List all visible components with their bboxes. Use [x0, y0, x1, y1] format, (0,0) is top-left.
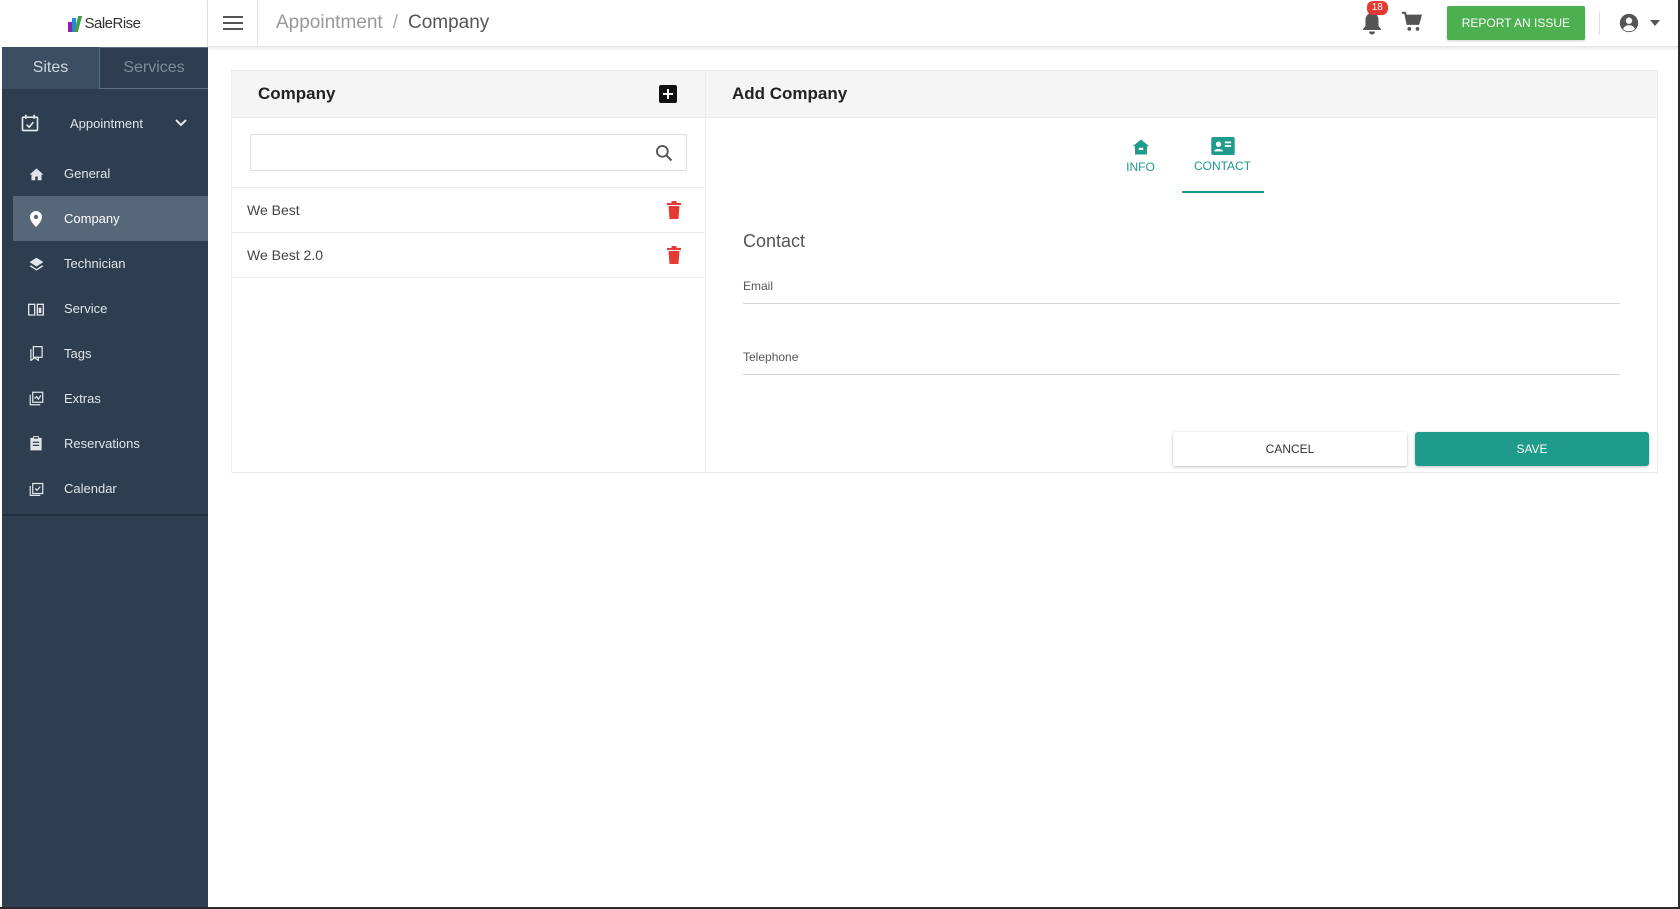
tab-sites[interactable]: Sites — [2, 47, 100, 89]
gallery-icon — [28, 391, 44, 407]
notifications-badge: 18 — [1366, 1, 1388, 15]
delete-icon[interactable] — [667, 246, 683, 264]
form-actions: CANCEL SAVE — [1173, 432, 1649, 466]
company-list-title: Company — [258, 84, 336, 103]
account-circle-icon — [1619, 13, 1639, 33]
tab-info-label: INFO — [1126, 159, 1155, 174]
sidebar-item-label: Calendar — [64, 481, 117, 496]
search-input[interactable] — [251, 135, 654, 170]
sidebar-item-company[interactable]: Company — [13, 196, 208, 241]
tab-contact-label: CONTACT — [1193, 158, 1252, 173]
cancel-button[interactable]: CANCEL — [1173, 432, 1407, 466]
list-item[interactable]: We Best 2.0 — [232, 233, 705, 278]
cart-icon[interactable] — [1401, 11, 1425, 35]
email-field-wrap — [743, 270, 1620, 304]
company-name: We Best — [247, 202, 300, 218]
clipboard-icon — [28, 436, 44, 452]
add-company-header: Add Company — [706, 71, 1657, 118]
email-field[interactable] — [743, 279, 1620, 293]
company-name: We Best 2.0 — [247, 247, 324, 263]
tab-services[interactable]: Services — [100, 47, 208, 89]
sidebar-tabs: Sites Services — [2, 47, 208, 89]
caret-down-icon — [1650, 20, 1660, 26]
breadcrumb-separator: / — [392, 12, 398, 33]
save-button[interactable]: SAVE — [1415, 432, 1649, 466]
sidebar-divider — [2, 514, 208, 516]
brand-logo-mark — [68, 15, 83, 32]
tab-info[interactable]: INFO — [1100, 118, 1182, 193]
sidebar-item-calendar[interactable]: Calendar — [2, 466, 208, 511]
sidebar-item-label: Company — [64, 211, 120, 226]
search-box — [250, 134, 687, 171]
brand-name: SaleRise — [84, 15, 141, 32]
topbar-actions: 18 REPORT AN ISSUE — [1361, 0, 1680, 47]
section-title: Contact — [743, 231, 806, 251]
sidebar-item-label: General — [64, 166, 111, 181]
sidebar-item-extras[interactable]: Extras — [2, 376, 208, 421]
notifications-button[interactable]: 18 — [1361, 1, 1388, 35]
company-list-header: Company — [232, 71, 705, 118]
contact-card-icon — [1210, 136, 1235, 155]
sidebar-item-label: Technician — [64, 256, 126, 271]
add-company-icon[interactable] — [659, 85, 677, 103]
logo-bar: SaleRise — [2, 0, 208, 47]
breadcrumb-company: Company — [407, 12, 490, 33]
sidebar-item-technician[interactable]: Technician — [2, 241, 208, 286]
breadcrumb: Appointment / Company — [276, 12, 489, 34]
chevron-down-icon[interactable] — [174, 116, 188, 131]
list-item[interactable]: We Best — [232, 188, 705, 233]
sidebar-item-label: Tags — [64, 346, 92, 361]
brand-logo[interactable]: SaleRise — [68, 15, 141, 32]
telephone-field[interactable] — [743, 350, 1620, 364]
calendar-icon — [28, 481, 44, 497]
sidebar-section-appointment[interactable]: Appointment — [2, 95, 208, 151]
bookmark-icon — [28, 346, 44, 362]
menu-icon[interactable] — [208, 0, 258, 47]
sidebar-item-label: Service — [64, 301, 108, 316]
tab-contact[interactable]: CONTACT — [1181, 118, 1264, 193]
add-company-title: Add Company — [732, 84, 848, 103]
company-search — [232, 118, 705, 188]
map-pin-icon — [28, 210, 44, 227]
topbar: Appointment / Company 18 REPORT AN ISSUE — [208, 0, 1680, 47]
sidebar-item-tags[interactable]: Tags — [2, 331, 208, 376]
company-list-panel: Company We Best We Best 2.0 — [231, 70, 706, 473]
delete-icon[interactable] — [667, 201, 683, 219]
breadcrumb-appointment[interactable]: Appointment — [276, 12, 383, 34]
home-icon — [1132, 139, 1149, 154]
layers-icon — [28, 256, 44, 272]
sidebar-item-label: Reservations — [64, 436, 140, 451]
search-icon[interactable] — [654, 143, 674, 163]
report-issue-button[interactable]: REPORT AN ISSUE — [1446, 6, 1585, 40]
sidebar: SaleRise Sites Services Appointment Gene… — [2, 0, 208, 909]
topbar-divider — [1599, 11, 1600, 35]
sidebar-item-service[interactable]: Service — [2, 286, 208, 331]
form-tabs: INFO CONTACT — [706, 118, 1657, 193]
sidebar-item-label: Extras — [64, 391, 101, 406]
telephone-field-wrap — [743, 341, 1620, 375]
book-icon — [28, 301, 44, 317]
sidebar-item-general[interactable]: General — [2, 151, 208, 196]
sidebar-section-label: Appointment — [70, 115, 143, 131]
calendar-check-icon — [20, 113, 40, 133]
sidebar-item-reservations[interactable]: Reservations — [2, 421, 208, 466]
add-company-panel: Add Company INFO CONTACT Contact CANCEL … — [706, 70, 1658, 473]
home-icon — [28, 166, 44, 182]
user-menu[interactable] — [1618, 12, 1660, 34]
